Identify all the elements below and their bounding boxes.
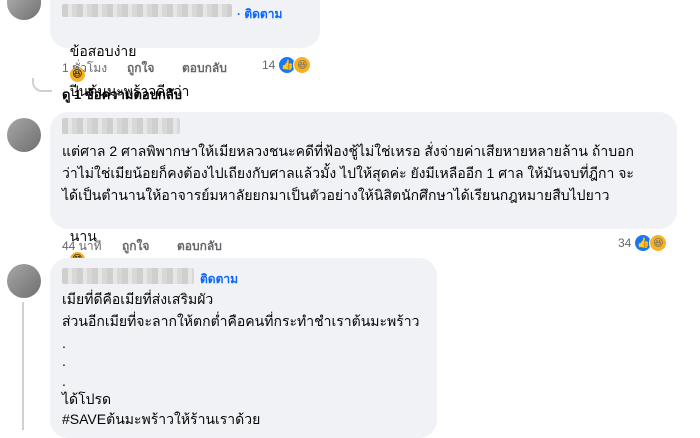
reaction-count: 14: [262, 58, 276, 72]
reaction-summary[interactable]: 34 👍 😆: [618, 234, 668, 252]
thread-line: [22, 302, 24, 430]
comment-text-line-3: .: [62, 335, 66, 351]
avatar[interactable]: [7, 264, 41, 298]
author-name[interactable]: [62, 268, 194, 284]
haha-reaction-icon: 😆: [649, 234, 668, 252]
comment-text-line-3: ได้เป็นตำนานให้อาจารย์มหาลัยยกมาเป็นตัวอ…: [62, 187, 610, 203]
comment-text-line-2: ว่าไม่ใช่เมียน้อยก็คงต้องไปเถียงกับศาลแล…: [62, 165, 634, 181]
comment-text-line-4: .: [62, 353, 66, 369]
view-replies-link[interactable]: ดู 1 ข้อความตอบกลับ: [62, 84, 182, 105]
like-link[interactable]: ถูกใจ: [127, 59, 154, 78]
haha-reaction-icon: 😆: [293, 56, 312, 74]
like-link[interactable]: ถูกใจ: [122, 237, 149, 256]
follow-button[interactable]: · ติดตาม: [237, 5, 282, 24]
reaction-count: 34: [618, 236, 632, 250]
reply-link[interactable]: ตอบกลับ: [182, 59, 227, 78]
avatar[interactable]: [7, 0, 41, 20]
avatar[interactable]: [7, 118, 41, 152]
comment-text-line-5: .: [62, 373, 66, 389]
reply-link[interactable]: ตอบกลับ: [177, 237, 222, 256]
comment-text-line-2: ส่วนอีกเมียที่จะลากให้ตกต่ำคือคนที่กระทำ…: [62, 313, 420, 329]
comment-text-line-6: ได้โปรด: [62, 391, 112, 407]
author-name[interactable]: [62, 4, 232, 17]
comment-text-line-1: แต่ศาล 2 ศาลพิพากษาให้เมียหลวงชนะคดีที่ฟ…: [62, 143, 634, 159]
comment-text-line-7: #SAVEต้นมะพร้าวให้ร้านเราด้วย: [62, 411, 261, 427]
reaction-summary[interactable]: 14 👍 😆: [262, 56, 312, 74]
reply-connector-icon: [32, 78, 52, 92]
follow-button[interactable]: ติดตาม: [200, 270, 238, 289]
comment-text-part1: ข้อสอบง่าย: [69, 43, 137, 59]
author-name[interactable]: [62, 118, 180, 134]
comment-time[interactable]: 44 นาที: [62, 237, 102, 256]
comment-text-line-1: เมียที่ดีคือเมียที่ส่งเสริมผัว: [62, 291, 214, 307]
comment-time[interactable]: 1 ชั่วโมง: [62, 59, 107, 78]
